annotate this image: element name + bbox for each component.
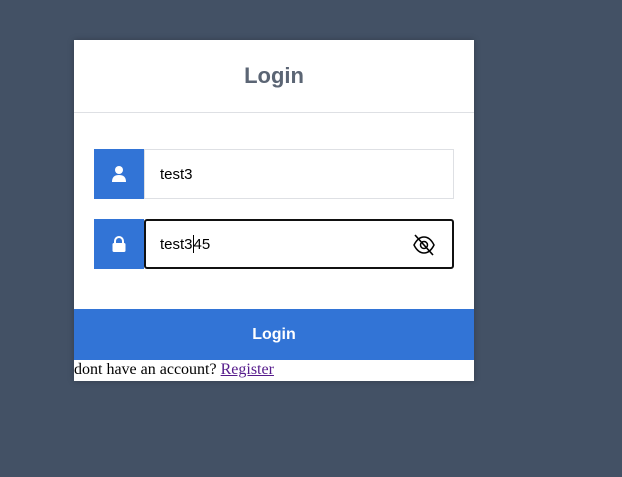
login-button[interactable]: Login	[74, 309, 474, 360]
username-field[interactable]: test3	[144, 149, 454, 199]
register-link[interactable]: Register	[221, 361, 274, 378]
password-field[interactable]: test3 45	[144, 219, 454, 269]
username-icon-box	[94, 149, 144, 199]
eye-slash-icon[interactable]	[412, 234, 436, 256]
login-card: Login test3 test3 45 Login dont have an …	[74, 40, 474, 381]
lock-icon	[112, 236, 126, 252]
user-icon	[112, 166, 126, 182]
register-prompt: dont have an account? Register	[74, 361, 274, 379]
password-row: test3 45	[94, 219, 454, 269]
register-prompt-text: dont have an account?	[74, 361, 221, 378]
username-value: test3	[160, 165, 193, 183]
password-value-before-caret: test3	[160, 235, 193, 253]
card-header: Login	[74, 40, 474, 113]
password-value-after-caret: 45	[193, 235, 211, 253]
password-icon-box	[94, 219, 144, 269]
username-row: test3	[94, 149, 454, 199]
page-title: Login	[244, 63, 304, 88]
